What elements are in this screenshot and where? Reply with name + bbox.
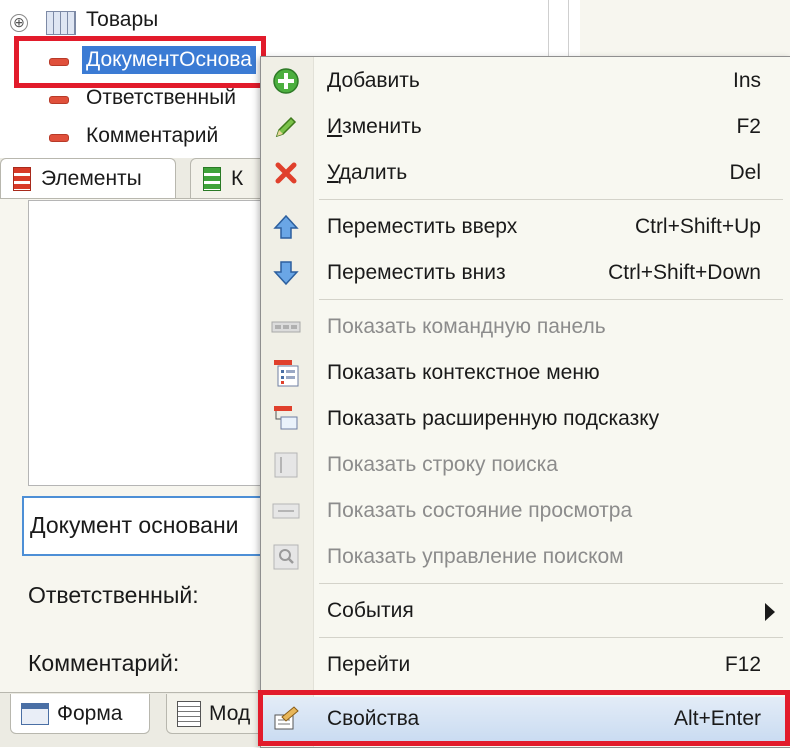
menu-item-shortcut: Ctrl+Shift+Down [608,261,761,284]
highlight-box-selected-item [14,36,266,88]
menu-item-label: Показать состояние просмотра [327,499,633,522]
menu-separator [319,199,783,200]
form-preview-area [28,200,270,486]
expand-icon[interactable]: ⊕ [10,14,28,32]
menu-item-label: Добавить [327,69,420,92]
menu-separator [319,637,783,638]
menu-item-add[interactable]: Добавить Ins [261,59,790,103]
commands-icon [203,166,221,191]
search-control-icon [271,543,301,571]
menu-item-shortcut: F2 [736,115,761,138]
field-icon [50,97,68,103]
menu-item-label: Перейти [327,653,411,676]
menu-item-label: Переместить вниз [327,261,506,284]
move-down-icon [271,259,301,287]
menu-item-label: Переместить вверх [327,215,518,238]
table-icon [46,11,76,35]
menu-item-show-view-state[interactable]: Показать состояние просмотра [261,489,790,533]
menu-item-show-extended-tooltip[interactable]: Показать расширенную подсказку [261,397,790,441]
command-panel-icon [271,313,301,341]
menu-item-label: События [327,599,414,622]
menu-item-label: Показать контекстное меню [327,361,600,384]
tab-label: Мод [209,701,251,725]
view-state-icon [271,497,301,525]
submenu-arrow-icon [765,603,775,621]
menu-item-show-context-menu[interactable]: Показать контекстное меню [261,351,790,395]
menu-item-label: Показать строку поиска [327,453,558,476]
menu-item-move-up[interactable]: Переместить вверх Ctrl+Shift+Up [261,205,790,249]
move-up-icon [271,213,301,241]
comment-label: Комментарий: [28,650,180,676]
menu-item-label: Удалить [327,161,408,184]
menu-item-move-down[interactable]: Переместить вниз Ctrl+Shift+Down [261,251,790,295]
responsible-label: Ответственный: [28,582,199,608]
tree-item-label: Ответственный [86,86,236,109]
menu-item-goto[interactable]: Перейти F12 [261,643,790,687]
menu-item-label: Показать командную панель [327,315,606,338]
highlight-box-properties [258,690,790,746]
search-string-icon [271,451,301,479]
add-icon [271,67,301,95]
tab-module[interactable]: Мод [166,694,266,734]
edit-pencil-icon [271,113,301,141]
field-value: Документ основани [30,512,239,538]
tab-elements[interactable]: Элементы [0,158,176,198]
menu-item-show-search-control[interactable]: Показать управление поиском [261,535,790,579]
elements-icon [13,166,31,191]
menu-item-label: Изменить [327,115,422,138]
menu-item-show-search-string[interactable]: Показать строку поиска [261,443,790,487]
context-menu-icon [271,359,301,387]
menu-separator [319,299,783,300]
menu-item-shortcut: Ins [732,69,761,92]
menu-item-events[interactable]: События [261,589,790,633]
menu-separator [319,583,783,584]
extended-tooltip-icon [271,405,301,433]
menu-item-delete[interactable]: Удалить Del [261,151,790,195]
tree-item-label: Комментарий [86,124,219,147]
form-icon [21,702,49,725]
menu-item-shortcut: F12 [724,653,761,676]
module-icon [177,700,201,727]
tab-form[interactable]: Форма [10,694,150,734]
menu-item-label: Показать управление поиском [327,545,624,568]
menu-item-shortcut: Del [729,161,761,184]
tab-label: Форма [57,701,123,725]
context-menu: Добавить Ins Изменить F2 Удалить Del Пер… [260,56,790,748]
menu-item-shortcut: Ctrl+Shift+Up [634,215,761,238]
field-icon [50,135,68,141]
delete-x-icon [271,159,301,187]
tab-label: Элементы [41,166,142,190]
menu-item-edit[interactable]: Изменить F2 [261,105,790,149]
menu-item-label: Показать расширенную подсказку [327,407,660,430]
tab-label: К [231,166,244,190]
tree-item-label: Товары [86,8,159,31]
base-document-field[interactable]: Документ основани [22,496,282,556]
menu-item-show-command-panel[interactable]: Показать командную панель [261,305,790,349]
